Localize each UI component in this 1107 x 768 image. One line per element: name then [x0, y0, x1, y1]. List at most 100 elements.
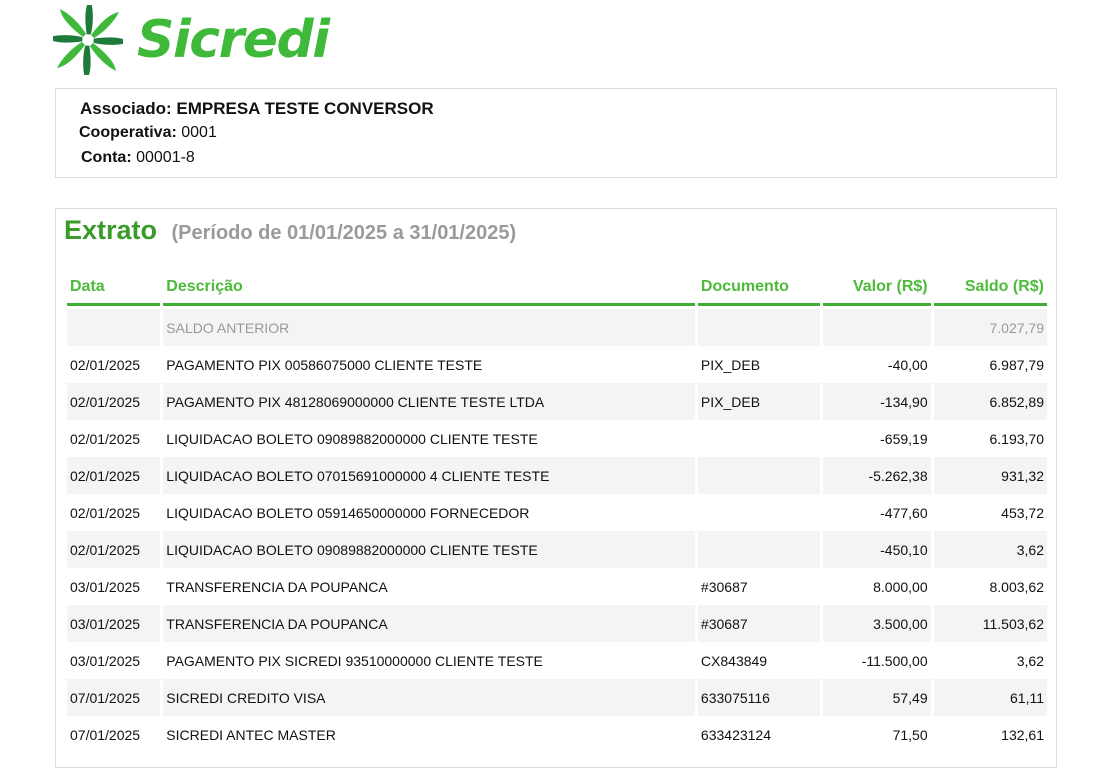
- cell-data: 02/01/2025: [67, 531, 161, 568]
- logo-petal: [90, 43, 116, 71]
- cell-documento: 633075116: [697, 679, 821, 716]
- cell-documento: [697, 309, 821, 346]
- column-header-valor: Valor (R$): [823, 273, 931, 306]
- logo-petal: [53, 35, 83, 43]
- cell-documento: CX843849: [697, 642, 821, 679]
- table-row: 02/01/2025 PAGAMENTO PIX 00586075000 CLIE…: [67, 346, 1047, 383]
- cell-documento: [697, 494, 821, 531]
- cell-data: 03/01/2025: [67, 568, 161, 605]
- conta-line: Conta: 00001-8: [81, 149, 195, 167]
- cell-documento: [697, 457, 821, 494]
- cell-valor: [823, 309, 931, 346]
- sicredi-logo: Sicredi: [53, 4, 330, 76]
- cell-saldo: 132,61: [933, 716, 1047, 753]
- cell-descricao: LIQUIDACAO BOLETO 07015691000000 4 CLIEN…: [163, 457, 695, 494]
- conta-value: 00001-8: [136, 149, 195, 166]
- cell-valor: -5.262,38: [823, 457, 931, 494]
- cell-valor: 57,49: [823, 679, 931, 716]
- conta-label: Conta:: [81, 149, 132, 166]
- cooperativa-line: Cooperativa: 0001: [79, 124, 217, 142]
- cell-data: 02/01/2025: [67, 457, 161, 494]
- logo-petal: [60, 9, 86, 37]
- cell-descricao: TRANSFERENCIA DA POUPANCA: [163, 568, 695, 605]
- table-row: 07/01/2025 SICREDI ANTEC MASTER 633423124 7…: [67, 716, 1047, 753]
- logo-petal: [57, 42, 85, 68]
- column-header-descricao: Descrição: [163, 273, 695, 306]
- cell-descricao: LIQUIDACAO BOLETO 09089882000000 CLIENTE…: [163, 420, 695, 457]
- statement-heading: Extrato (Período de 01/01/2025 a 31/01/2…: [64, 215, 516, 246]
- cell-valor: 8.000,00: [823, 568, 931, 605]
- cell-data: 07/01/2025: [67, 716, 161, 753]
- table-row: 02/01/2025 LIQUIDACAO BOLETO 070156910000…: [67, 457, 1047, 494]
- cell-valor: -40,00: [823, 346, 931, 383]
- table-row: 02/01/2025 PAGAMENTO PIX 48128069000000 C…: [67, 383, 1047, 420]
- associado-value: EMPRESA TESTE CONVERSOR: [176, 99, 434, 118]
- statement-table: Data Descrição Documento Valor (R$) Sald…: [64, 273, 1050, 753]
- cell-data: 07/01/2025: [67, 679, 161, 716]
- table-row: 03/01/2025 TRANSFERENCIA DA POUPANCA #3068…: [67, 605, 1047, 642]
- cell-valor: -134,90: [823, 383, 931, 420]
- cell-documento: PIX_DEB: [697, 383, 821, 420]
- cell-documento: #30687: [697, 605, 821, 642]
- column-header-documento: Documento: [697, 273, 821, 306]
- cell-saldo: 3,62: [933, 642, 1047, 679]
- cell-valor: -659,19: [823, 420, 931, 457]
- cell-valor: 3.500,00: [823, 605, 931, 642]
- logo-petal: [93, 37, 123, 45]
- cell-data: 02/01/2025: [67, 346, 161, 383]
- cell-saldo: 8.003,62: [933, 568, 1047, 605]
- column-header-data: Data: [67, 273, 161, 306]
- cell-saldo: 6.987,79: [933, 346, 1047, 383]
- cell-descricao: SICREDI ANTEC MASTER: [163, 716, 695, 753]
- cell-descricao: SALDO ANTERIOR: [163, 309, 695, 346]
- cell-data: 02/01/2025: [67, 494, 161, 531]
- cell-documento: [697, 420, 821, 457]
- brand-name: Sicredi: [137, 10, 330, 70]
- cell-valor: -11.500,00: [823, 642, 931, 679]
- cooperativa-label: Cooperativa:: [79, 124, 177, 141]
- cell-saldo: 931,32: [933, 457, 1047, 494]
- statement-period: (Período de 01/01/2025 a 31/01/2025): [171, 222, 517, 244]
- table-row: 02/01/2025 LIQUIDACAO BOLETO 090898820000…: [67, 531, 1047, 568]
- cell-saldo: 3,62: [933, 531, 1047, 568]
- cell-valor: -450,10: [823, 531, 931, 568]
- statement-title: Extrato: [64, 215, 158, 245]
- cell-descricao: PAGAMENTO PIX 48128069000000 CLIENTE TES…: [163, 383, 695, 420]
- cell-saldo: 61,11: [933, 679, 1047, 716]
- cell-descricao: PAGAMENTO PIX SICREDI 93510000000 CLIENT…: [163, 642, 695, 679]
- cell-valor: -477,60: [823, 494, 931, 531]
- cell-saldo: 11.503,62: [933, 605, 1047, 642]
- cell-data: [67, 309, 161, 346]
- statement-panel: Extrato (Período de 01/01/2025 a 31/01/2…: [55, 208, 1057, 768]
- table-row: 03/01/2025 TRANSFERENCIA DA POUPANCA #3068…: [67, 568, 1047, 605]
- cell-valor: 71,50: [823, 716, 931, 753]
- cell-descricao: PAGAMENTO PIX 00586075000 CLIENTE TESTE: [163, 346, 695, 383]
- table-row: 02/01/2025 LIQUIDACAO BOLETO 059146500000…: [67, 494, 1047, 531]
- cell-descricao: LIQUIDACAO BOLETO 05914650000000 FORNECE…: [163, 494, 695, 531]
- account-info-box: Associado: EMPRESA TESTE CONVERSOR Coope…: [55, 88, 1057, 178]
- cell-saldo: 453,72: [933, 494, 1047, 531]
- table-header-row: Data Descrição Documento Valor (R$) Sald…: [67, 273, 1047, 306]
- saldo-anterior-row: SALDO ANTERIOR 7.027,79: [67, 309, 1047, 346]
- logo-petal: [85, 5, 93, 35]
- table-row: 03/01/2025 PAGAMENTO PIX SICREDI 93510000…: [67, 642, 1047, 679]
- cell-data: 03/01/2025: [67, 642, 161, 679]
- logo-petal: [91, 12, 119, 38]
- cell-descricao: LIQUIDACAO BOLETO 09089882000000 CLIENTE…: [163, 531, 695, 568]
- logo-petal: [83, 45, 91, 75]
- cell-saldo: 7.027,79: [933, 309, 1047, 346]
- associado-line: Associado: EMPRESA TESTE CONVERSOR: [80, 99, 434, 119]
- cell-descricao: TRANSFERENCIA DA POUPANCA: [163, 605, 695, 642]
- statement-rows: SALDO ANTERIOR 7.027,79 02/01/2025 PAGAMENT…: [67, 306, 1047, 753]
- table-row: 02/01/2025 LIQUIDACAO BOLETO 090898820000…: [67, 420, 1047, 457]
- cell-saldo: 6.193,70: [933, 420, 1047, 457]
- cell-saldo: 6.852,89: [933, 383, 1047, 420]
- cell-descricao: SICREDI CREDITO VISA: [163, 679, 695, 716]
- cell-data: 02/01/2025: [67, 420, 161, 457]
- associado-label: Associado:: [80, 99, 172, 118]
- cell-documento: #30687: [697, 568, 821, 605]
- cell-documento: 633423124: [697, 716, 821, 753]
- cell-documento: PIX_DEB: [697, 346, 821, 383]
- cell-documento: [697, 531, 821, 568]
- cooperativa-value: 0001: [181, 124, 217, 141]
